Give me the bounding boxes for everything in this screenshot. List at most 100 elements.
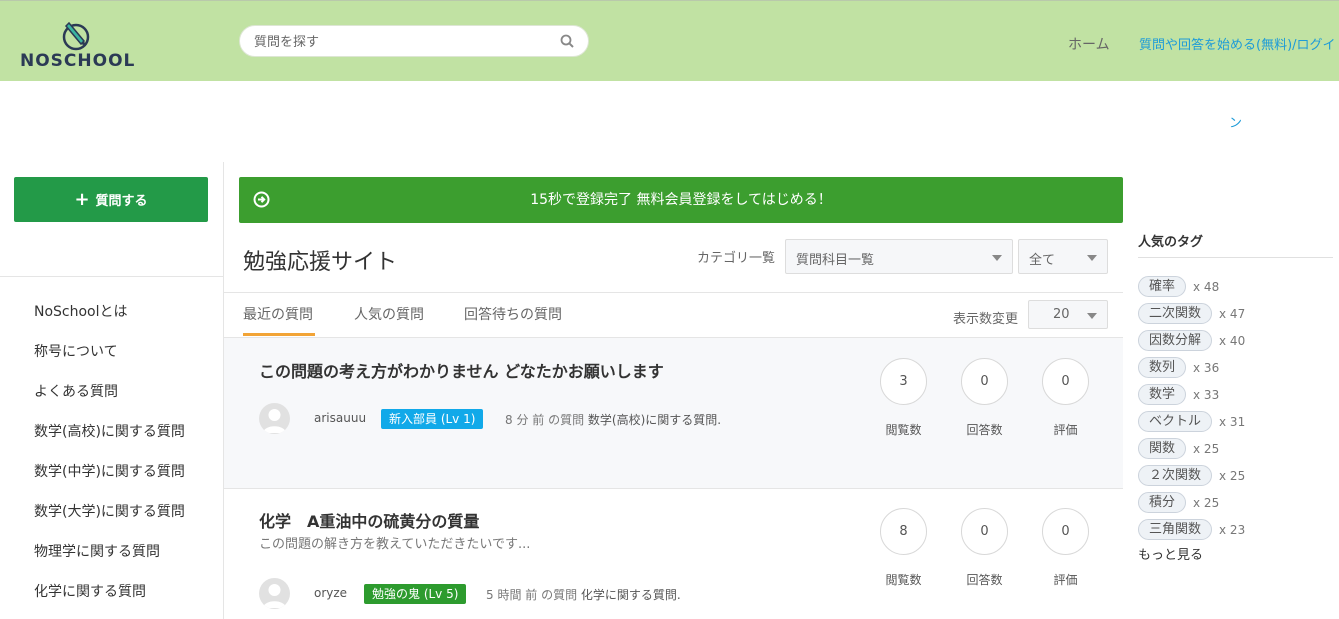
sidebar-item-math-high[interactable]: 数学(高校)に関する質問 xyxy=(34,420,185,460)
tag-link[interactable]: 数学 xyxy=(1138,384,1187,405)
ask-question-button[interactable]: + 質問する xyxy=(14,177,208,222)
plus-icon: + xyxy=(74,188,90,210)
sidebar-item-physics[interactable]: 物理学に関する質問 xyxy=(34,540,185,580)
tab-popular[interactable]: 人気の質問 xyxy=(354,304,424,324)
tags-divider xyxy=(1138,257,1333,258)
more-tags-link[interactable]: もっと見る xyxy=(1138,544,1203,563)
sidebar-separator xyxy=(0,276,223,277)
tag-count: x 40 xyxy=(1219,333,1246,348)
search-input[interactable] xyxy=(254,32,554,52)
scope-select[interactable]: 全て xyxy=(1018,239,1108,274)
tab-unanswered[interactable]: 回答待ちの質問 xyxy=(464,304,562,324)
tag-count: x 23 xyxy=(1219,522,1246,537)
tag-link[interactable]: ２次関数 xyxy=(1138,465,1213,486)
tag-link[interactable]: 積分 xyxy=(1138,492,1187,513)
tag-item: 関数 x 25 xyxy=(1138,435,1245,462)
question-meta: 5 時間 前 の質問 化学に関する質問. xyxy=(486,586,681,603)
question-username[interactable]: arisauuu xyxy=(314,411,366,425)
rating-stat: 0 評価 xyxy=(1042,358,1089,438)
question-time: 5 時間 前 の質問 xyxy=(486,588,578,602)
tag-link[interactable]: 関数 xyxy=(1138,438,1187,459)
popular-tags-list: 確率 x 48 二次関数 x 47 因数分解 x 40 数列 x 36 数学 x 33 ベ… xyxy=(1138,273,1245,543)
views-count: 8 xyxy=(880,508,927,555)
answers-count: 0 xyxy=(961,508,1008,555)
search-box xyxy=(239,25,589,57)
rating-label: 評価 xyxy=(1053,423,1078,437)
tag-count: x 47 xyxy=(1219,306,1246,321)
tag-item: 確率 x 48 xyxy=(1138,273,1245,300)
tag-link[interactable]: 数列 xyxy=(1138,357,1187,378)
tag-item: 数列 x 36 xyxy=(1138,354,1245,381)
rating-count: 0 xyxy=(1042,358,1089,405)
scope-select-value: 全て xyxy=(1029,253,1056,268)
question-subject[interactable]: 化学に関する質問. xyxy=(581,588,681,602)
rating-label: 評価 xyxy=(1053,573,1078,587)
tag-count: x 36 xyxy=(1193,360,1220,375)
rating-stat: 0 評価 xyxy=(1042,508,1089,588)
views-label: 閲覧数 xyxy=(885,423,922,437)
caret-down-icon xyxy=(992,255,1002,261)
tag-count: x 31 xyxy=(1219,414,1246,429)
sidebar-item-chemistry[interactable]: 化学に関する質問 xyxy=(34,580,185,619)
user-rank-badge: 新入部員 (Lv 1) xyxy=(381,409,484,429)
signup-banner[interactable]: 15秒で登録完了 無料会員登録をしてはじめる！ xyxy=(239,177,1123,223)
avatar[interactable] xyxy=(259,403,290,434)
tag-item: ベクトル x 31 xyxy=(1138,408,1245,435)
tag-item: 二次関数 x 47 xyxy=(1138,300,1245,327)
tab-recent[interactable]: 最近の質問 xyxy=(243,304,313,324)
tag-link[interactable]: ベクトル xyxy=(1138,411,1213,432)
answers-stat: 0 回答数 xyxy=(961,508,1008,588)
sidebar-menu: NoSchoolとは 称号について よくある質問 数学(高校)に関する質問 数学… xyxy=(34,300,185,619)
user-icon xyxy=(263,409,286,433)
display-count-label: 表示数変更 xyxy=(953,312,1019,327)
subject-select[interactable]: 質問科目一覧 xyxy=(785,239,1013,274)
avatar[interactable] xyxy=(259,578,290,609)
question-subject[interactable]: 数学(高校)に関する質問. xyxy=(588,413,721,427)
question-card[interactable]: 化学 A重油中の硫黄分の質量 この問題の解き方を教えていただきたいです... o… xyxy=(224,488,1123,619)
page-title: 勉強応援サイト xyxy=(243,250,398,275)
nav-signup-login-link[interactable]: 質問や回答を始める(無料)/ログイ xyxy=(1139,34,1339,53)
header: NOSCHOOL ホーム 質問や回答を始める(無料)/ログイ xyxy=(0,0,1339,81)
question-title[interactable]: この問題の考え方がわかりません どなたかお願いします xyxy=(259,358,664,382)
signup-banner-text: 15秒で登録完了 無料会員登録をしてはじめる！ xyxy=(530,192,832,208)
logo-pencil-icon xyxy=(62,21,90,51)
search-icon[interactable] xyxy=(560,34,574,52)
views-count: 3 xyxy=(880,358,927,405)
answers-count: 0 xyxy=(961,358,1008,405)
category-label: カテゴリ一覧 xyxy=(697,251,776,266)
sidebar-item-faq[interactable]: よくある質問 xyxy=(34,380,185,420)
display-count-select[interactable]: 20 xyxy=(1028,300,1108,329)
answers-label: 回答数 xyxy=(966,423,1003,437)
sidebar-item-math-university[interactable]: 数学(大学)に関する質問 xyxy=(34,500,185,540)
ask-question-label: 質問する xyxy=(95,194,148,209)
tag-item: 因数分解 x 40 xyxy=(1138,327,1245,354)
tag-link[interactable]: 確率 xyxy=(1138,276,1187,297)
question-title[interactable]: 化学 A重油中の硫黄分の質量 xyxy=(259,508,479,532)
nav-login-wrapped-text[interactable]: ン xyxy=(1229,112,1242,131)
logo[interactable]: NOSCHOOL xyxy=(20,19,140,71)
question-card[interactable]: この問題の考え方がわかりません どなたかお願いします arisauuu 新入部員… xyxy=(224,337,1123,488)
display-count-value: 20 xyxy=(1053,307,1070,322)
tag-link[interactable]: 二次関数 xyxy=(1138,303,1213,324)
popular-tags-title: 人気のタグ xyxy=(1138,235,1204,250)
user-icon xyxy=(263,584,286,608)
question-username[interactable]: oryze xyxy=(314,586,347,600)
question-time: 8 分 前 の質問 xyxy=(505,413,585,427)
tag-link[interactable]: 因数分解 xyxy=(1138,330,1213,351)
sidebar-item-math-middle[interactable]: 数学(中学)に関する質問 xyxy=(34,460,185,500)
tabs-divider xyxy=(224,292,1123,293)
tag-count: x 25 xyxy=(1193,495,1220,510)
nav-home-link[interactable]: ホーム xyxy=(1068,34,1110,54)
tag-item: 三角関数 x 23 xyxy=(1138,516,1245,543)
tag-count: x 25 xyxy=(1193,441,1220,456)
tag-link[interactable]: 三角関数 xyxy=(1138,519,1213,540)
answers-stat: 0 回答数 xyxy=(961,358,1008,438)
rating-count: 0 xyxy=(1042,508,1089,555)
subject-select-value: 質問科目一覧 xyxy=(796,253,875,268)
sidebar-item-about[interactable]: NoSchoolとは xyxy=(34,300,185,340)
logo-text: NOSCHOOL xyxy=(20,51,136,71)
tag-count: x 33 xyxy=(1193,387,1220,402)
user-rank-badge: 勉強の鬼 (Lv 5) xyxy=(364,584,467,604)
sidebar-item-titles[interactable]: 称号について xyxy=(34,340,185,380)
caret-down-icon xyxy=(1087,313,1097,319)
